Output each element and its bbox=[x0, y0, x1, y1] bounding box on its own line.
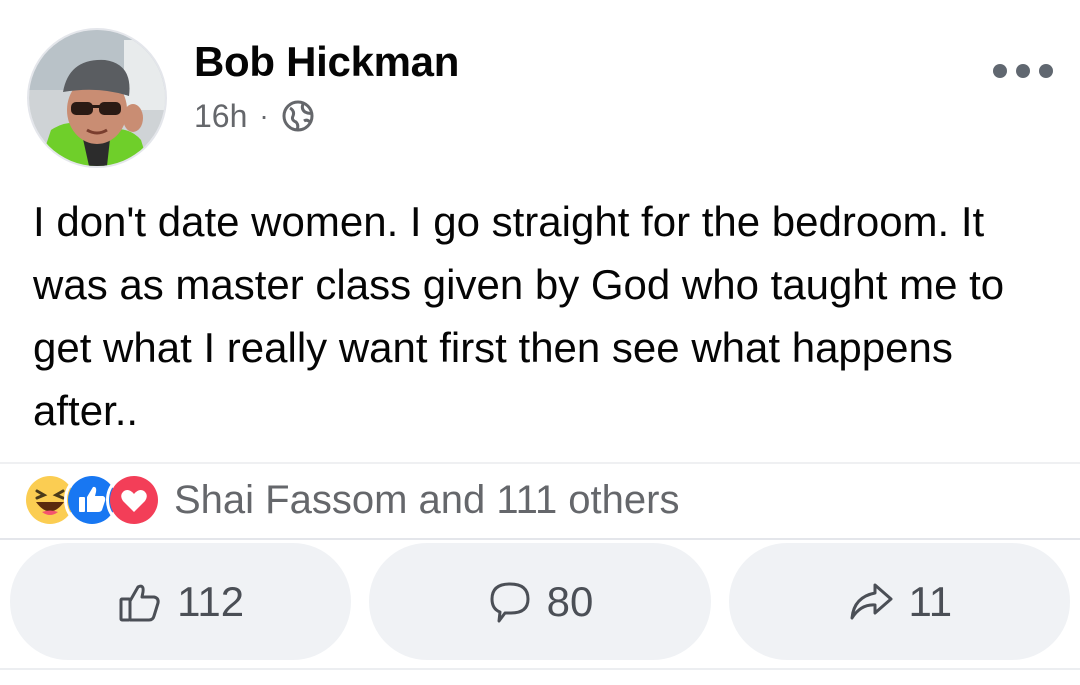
dot-3 bbox=[1039, 64, 1053, 78]
share-count: 11 bbox=[908, 577, 953, 625]
post-card: Bob Hickman 16h · I don't date women. I … bbox=[0, 0, 1080, 685]
comment-button[interactable]: 80 bbox=[369, 543, 711, 660]
reaction-icons[interactable] bbox=[22, 472, 162, 528]
comment-count: 80 bbox=[546, 577, 594, 625]
action-bar: 112 80 11 bbox=[10, 543, 1070, 660]
more-dots-icon[interactable] bbox=[993, 58, 1053, 84]
thumbs-up-icon bbox=[117, 579, 163, 625]
globe-icon[interactable] bbox=[281, 99, 315, 133]
post-time[interactable]: 16h bbox=[194, 98, 247, 135]
dot-1 bbox=[993, 64, 1007, 78]
meta-separator: · bbox=[259, 100, 269, 131]
reactions-row[interactable]: Shai Fassom and 111 others bbox=[22, 472, 679, 528]
share-arrow-icon bbox=[847, 579, 895, 625]
share-button[interactable]: 11 bbox=[728, 543, 1070, 660]
post-text: I don't date women. I go straight for th… bbox=[33, 198, 1005, 434]
divider bbox=[0, 668, 1080, 670]
like-button[interactable]: 112 bbox=[10, 543, 352, 660]
author-name[interactable]: Bob Hickman bbox=[194, 38, 459, 86]
comment-bubble-icon bbox=[487, 579, 533, 625]
divider bbox=[0, 538, 1080, 540]
post-meta: 16h · bbox=[194, 96, 315, 136]
avatar[interactable] bbox=[27, 28, 167, 168]
reaction-summary[interactable]: Shai Fassom and 111 others bbox=[174, 478, 679, 523]
love-icon bbox=[106, 472, 162, 528]
dot-2 bbox=[1016, 64, 1030, 78]
divider bbox=[0, 462, 1080, 464]
like-count: 112 bbox=[177, 577, 245, 625]
